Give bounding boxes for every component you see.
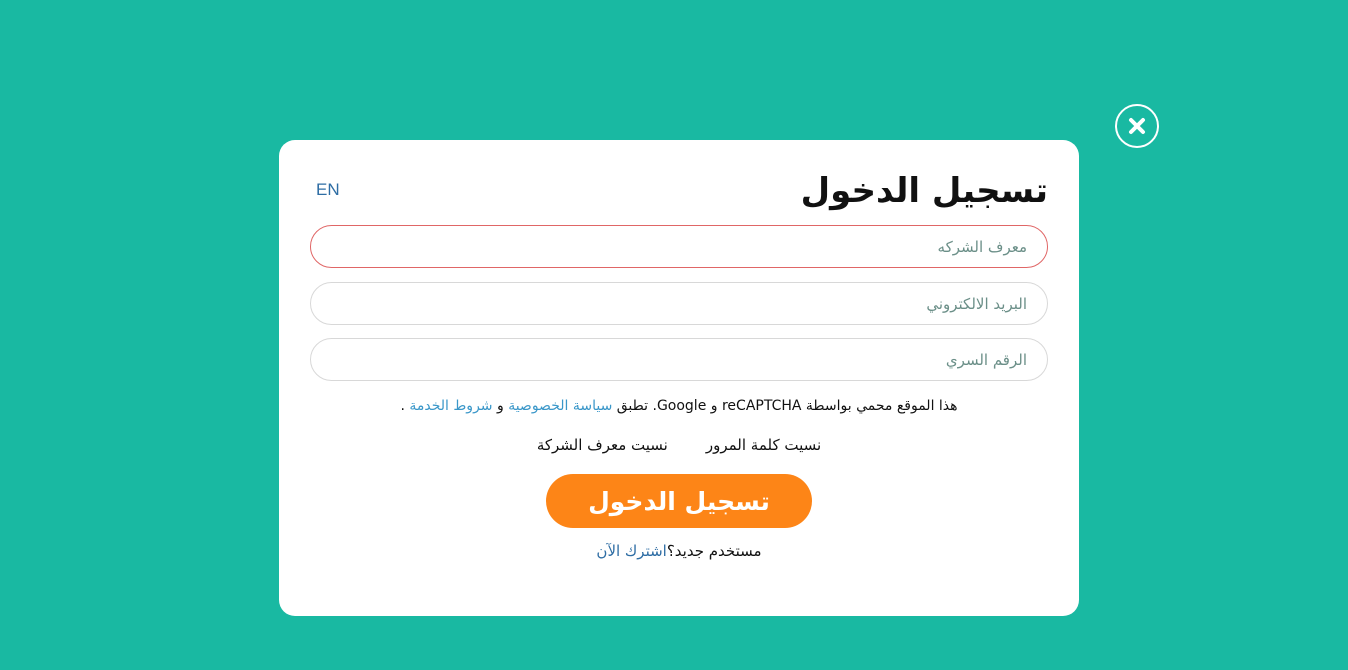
forgot-links: نسيت كلمة المرور نسيت معرف الشركة xyxy=(310,434,1048,456)
page-title: تسجيل الدخول xyxy=(800,171,1048,211)
signup-prompt-text: مستخدم جديد؟ xyxy=(666,542,762,560)
recaptcha-and: و xyxy=(492,398,509,414)
close-button[interactable] xyxy=(1115,104,1159,148)
close-icon xyxy=(1129,118,1145,134)
privacy-policy-link[interactable]: سياسة الخصوصية xyxy=(508,398,612,414)
login-button[interactable]: تسجيل الدخول xyxy=(546,474,812,528)
signup-prompt: مستخدم جديد؟اشترك الآن xyxy=(310,540,1048,562)
terms-of-service-link[interactable]: شروط الخدمة xyxy=(409,398,492,414)
signup-link[interactable]: اشترك الآن xyxy=(596,542,666,560)
recaptcha-notice: هذا الموقع محمي بواسطة reCAPTCHA و Googl… xyxy=(310,396,1048,416)
password-field[interactable] xyxy=(310,338,1048,381)
company-id-field[interactable] xyxy=(310,225,1048,268)
language-toggle[interactable]: EN xyxy=(316,180,340,200)
login-modal: تسجيل الدخول EN هذا الموقع محمي بواسطة r… xyxy=(279,140,1079,616)
recaptcha-text: هذا الموقع محمي بواسطة reCAPTCHA و Googl… xyxy=(612,398,958,414)
forgot-company-id-link[interactable]: نسيت معرف الشركة xyxy=(537,434,668,456)
forgot-password-link[interactable]: نسيت كلمة المرور xyxy=(706,434,821,456)
email-field[interactable] xyxy=(310,282,1048,325)
